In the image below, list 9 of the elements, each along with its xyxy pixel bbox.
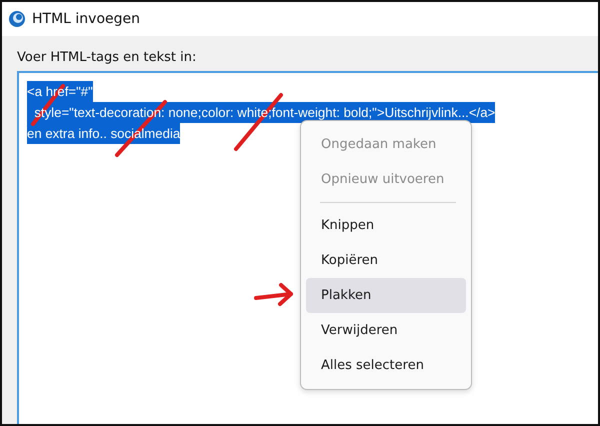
menu-item[interactable]: Knippen (306, 208, 466, 243)
menu-item[interactable]: Kopiëren (306, 243, 466, 278)
menu-item[interactable]: Alles selecteren (306, 348, 466, 383)
field-label: Voer HTML-tags en tekst in: (17, 50, 198, 65)
arrow-annotation (253, 282, 295, 308)
app-logo-icon (8, 10, 26, 28)
window-title: HTML invoegen (32, 11, 140, 27)
menu-item[interactable]: Verwijderen (306, 313, 466, 348)
menu-item[interactable]: Plakken (306, 278, 466, 313)
